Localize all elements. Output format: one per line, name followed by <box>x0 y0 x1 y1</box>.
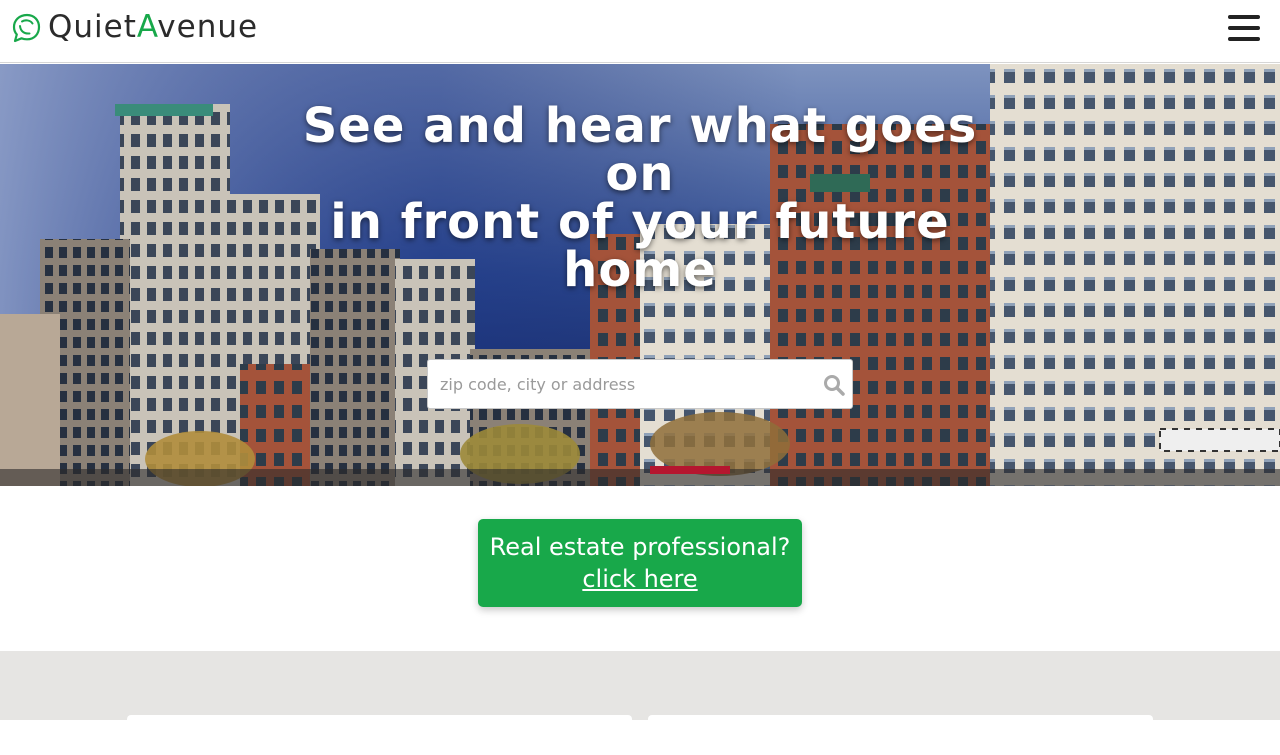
quietavenue-logo[interactable]: QuietAvenue <box>11 9 258 45</box>
hamburger-menu-icon[interactable] <box>1228 15 1260 41</box>
top-navbar: QuietAvenue <box>0 0 1280 63</box>
feature-card-right <box>648 715 1153 755</box>
real-estate-professional-button[interactable]: Real estate professional? click here <box>478 519 802 607</box>
hero-headline-line1: See and hear what goes on <box>302 98 978 202</box>
menu-bar-middle <box>1228 26 1260 30</box>
hero-section: See and hear what goes on in front of yo… <box>0 64 1280 486</box>
brand-name-accent: A <box>136 9 158 45</box>
brand-name-part1: Quiet <box>48 9 137 45</box>
menu-bar-top <box>1228 15 1260 19</box>
address-search-box <box>427 359 853 409</box>
menu-bar-bottom <box>1228 37 1260 41</box>
features-section <box>0 651 1280 755</box>
feature-card-left <box>127 715 632 755</box>
logo-speech-bubble-icon <box>12 13 41 43</box>
search-icon[interactable] <box>822 373 846 397</box>
brand-name-part2: venue <box>157 9 259 45</box>
address-search-input[interactable] <box>428 360 818 408</box>
brand-name: QuietAvenue <box>48 9 258 45</box>
professional-cta-section: Real estate professional? click here <box>0 486 1280 651</box>
hero-headline-line2: in front of your future home <box>330 194 950 298</box>
pro-cta-question: Real estate professional? <box>489 533 791 561</box>
hero-headline: See and hear what goes on in front of yo… <box>290 102 990 294</box>
click-here-link[interactable]: click here <box>582 563 697 595</box>
